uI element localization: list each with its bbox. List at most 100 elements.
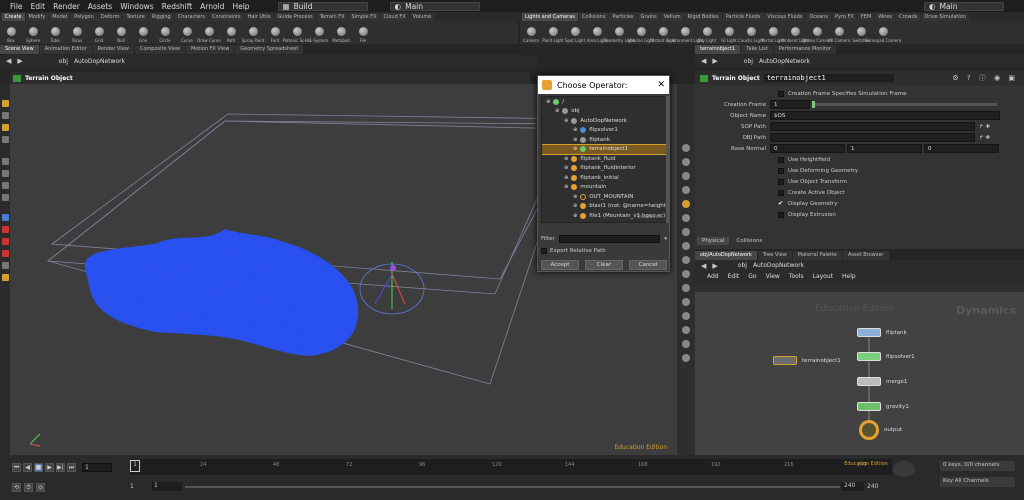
- accept-button[interactable]: Accept: [541, 260, 579, 270]
- shelf-tool[interactable]: Volume Light: [628, 21, 654, 44]
- shelf-tab[interactable]: Guide Process: [274, 12, 316, 21]
- node-fliptank[interactable]: fliptank: [857, 328, 907, 337]
- forward-arrow-icon[interactable]: ▶: [712, 57, 717, 65]
- output-node-icon[interactable]: [859, 420, 879, 440]
- tree-item[interactable]: ⊕ blast1 (not: @name=height: [542, 202, 666, 212]
- network-menu-item[interactable]: Help: [842, 273, 856, 280]
- path-segment[interactable]: obj: [59, 58, 68, 65]
- step-forward-icon[interactable]: ▶|: [56, 463, 65, 472]
- toggle-row[interactable]: Display Extrusion: [695, 209, 1024, 220]
- layout-icon[interactable]: [682, 340, 690, 348]
- toggle-checkbox[interactable]: [778, 211, 784, 218]
- base-normal-z[interactable]: 0: [924, 144, 999, 153]
- desktop-dropdown[interactable]: ▦ Build: [277, 1, 368, 11]
- expand-icon[interactable]: ⊕: [564, 175, 568, 181]
- object-name-field[interactable]: $OS: [770, 111, 1000, 120]
- menu-assets[interactable]: Assets: [88, 2, 112, 11]
- shelf-tab[interactable]: Polygon: [71, 12, 97, 21]
- shelf-tool[interactable]: Line: [132, 21, 154, 44]
- shelf-tool[interactable]: Sphere: [22, 21, 44, 44]
- tree-item[interactable]: ⊕ AutoDopNetwork: [542, 116, 666, 126]
- menu-redshift[interactable]: Redshift: [162, 2, 192, 11]
- shelf-tab[interactable]: Particle Fluids: [722, 12, 764, 21]
- expand-icon[interactable]: ⊕: [564, 118, 568, 124]
- view-tool-icon[interactable]: [1, 262, 9, 269]
- node-merge1[interactable]: merge1: [857, 377, 907, 386]
- grid-icon[interactable]: [682, 228, 690, 236]
- light-tool-icon[interactable]: [1, 274, 9, 281]
- shelf-tab[interactable]: Constraints: [209, 12, 244, 21]
- creation-frame-sim-toggle[interactable]: Creation Frame Specifies Simulation Fram…: [695, 88, 1024, 99]
- tree-item[interactable]: ⊕ fliptank: [542, 135, 666, 145]
- step-back-icon[interactable]: ◀: [23, 463, 32, 472]
- tab-physical[interactable]: Physical: [697, 237, 730, 245]
- tree-item[interactable]: ⊕ fliptank_fluidinterior: [542, 164, 666, 174]
- normals-icon[interactable]: [682, 284, 690, 292]
- tree-item[interactable]: ⊕ obj: [542, 107, 666, 117]
- end-frame-label[interactable]: 240: [867, 483, 878, 490]
- viewport-tab[interactable]: Render View: [92, 44, 134, 54]
- isolate-icon[interactable]: [682, 298, 690, 306]
- end-frame-field[interactable]: 240: [842, 482, 864, 491]
- expand-icon[interactable]: ⊕: [573, 194, 577, 200]
- sop-path-field[interactable]: [770, 122, 975, 131]
- viewport-tab[interactable]: Scene View: [0, 44, 39, 54]
- shelf-tab[interactable]: Wires: [875, 12, 896, 21]
- path-segment[interactable]: obj: [738, 262, 747, 269]
- node-body[interactable]: [857, 377, 881, 386]
- shelf-tool[interactable]: Sky Light: [696, 21, 718, 44]
- parm-toolbar-icons[interactable]: ⚙ ? ⓘ ◉ ▣: [952, 73, 1018, 83]
- network-editor[interactable]: Education Edition Dynamics fliptank flip…: [695, 292, 1024, 455]
- clear-button[interactable]: Clear: [585, 260, 623, 270]
- current-frame-field[interactable]: 1: [82, 463, 112, 472]
- cancel-button[interactable]: Cancel: [629, 260, 667, 270]
- shelf-tool[interactable]: Tube: [44, 21, 66, 44]
- jump-start-icon[interactable]: ⏮: [12, 463, 21, 472]
- toggle-row[interactable]: Use Deforming Geometry: [695, 165, 1024, 176]
- play-icon[interactable]: ▶: [45, 463, 54, 472]
- network-menu-item[interactable]: Edit: [728, 273, 740, 280]
- shelf-tool[interactable]: Spray Paint: [242, 21, 264, 44]
- timeline-bar[interactable]: 1 24 48 72 96 120 144 168 192 216 240 Education E…: [130, 459, 892, 475]
- path-segment[interactable]: AutoDopNetwork: [74, 58, 125, 65]
- realtime-icon[interactable]: ⏱: [24, 483, 33, 492]
- move-tool-icon[interactable]: [1, 112, 9, 119]
- tree-item[interactable]: ⊕ mountain: [542, 183, 666, 193]
- right-pane-tab[interactable]: terrainobject1: [695, 44, 741, 54]
- shelf-tool[interactable]: VR Camera: [828, 21, 850, 44]
- display-options-icon[interactable]: [682, 144, 690, 152]
- stop-icon[interactable]: ■: [34, 463, 43, 472]
- viewport-tab[interactable]: Animation Editor: [39, 44, 92, 54]
- shelf-tab[interactable]: Deform: [97, 12, 123, 21]
- jump-end-icon[interactable]: ⏭: [67, 463, 76, 472]
- network-menu-item[interactable]: Go: [748, 273, 756, 280]
- tree-item[interactable]: ⊕ OUT_MOUNTAIN: [542, 192, 666, 202]
- base-normal-y[interactable]: 1: [847, 144, 922, 153]
- snap-icon[interactable]: [1, 238, 9, 245]
- start-frame-label[interactable]: 1: [130, 483, 134, 490]
- node-terrainobject1[interactable]: terrainobject1: [773, 356, 841, 365]
- network-tab[interactable]: obj/AutoDopNetwork: [695, 250, 757, 260]
- template-icon[interactable]: [682, 312, 690, 320]
- shelf-tool[interactable]: Curve: [176, 21, 198, 44]
- toggle-row[interactable]: Use Object Transform: [695, 176, 1024, 187]
- expand-icon[interactable]: ⊕: [546, 99, 550, 105]
- tree-item[interactable]: ⊕ fliptank_fluid: [542, 154, 666, 164]
- frame-marker[interactable]: 1: [130, 460, 140, 472]
- toggle-row[interactable]: Create Active Object: [695, 187, 1024, 198]
- shelf-tab[interactable]: Cloud FX: [380, 12, 409, 21]
- snap-grid-icon[interactable]: [1, 250, 9, 257]
- shelf-tab[interactable]: Grains: [637, 12, 660, 21]
- points-icon[interactable]: [682, 270, 690, 278]
- network-menu-item[interactable]: View: [766, 273, 780, 280]
- path-segment[interactable]: AutoDopNetwork: [759, 58, 810, 65]
- settings-icon[interactable]: [682, 354, 690, 362]
- path-segment[interactable]: AutoDopNetwork: [753, 262, 804, 269]
- handle-icon[interactable]: [1, 170, 9, 177]
- menu-windows[interactable]: Windows: [120, 2, 153, 11]
- expand-icon[interactable]: ⊕: [573, 213, 577, 219]
- shelf-tool[interactable]: Grid: [88, 21, 110, 44]
- shelf-tool[interactable]: Circle: [154, 21, 176, 44]
- shelf-tab[interactable]: Rigging: [148, 12, 174, 21]
- back-arrow-icon[interactable]: ◀: [701, 262, 706, 270]
